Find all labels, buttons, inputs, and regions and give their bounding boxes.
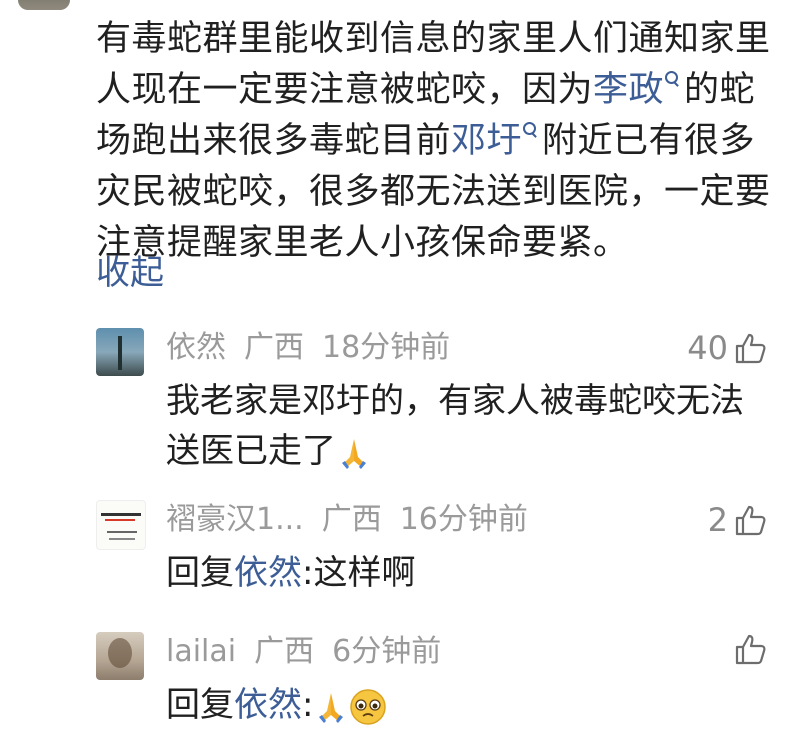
avatar[interactable] — [96, 632, 144, 680]
comment-time: 18分钟前 — [322, 330, 451, 365]
reply-text: : — [302, 685, 314, 725]
comment-item: lailai 广西 6分钟前 回复依然: — [96, 632, 776, 742]
like-count: 2 — [707, 501, 728, 539]
collapse-button[interactable]: 收起 — [96, 250, 164, 296]
thumbs-up-icon — [735, 333, 766, 364]
comment-username[interactable]: 依然 — [166, 330, 226, 365]
comment-username[interactable]: 褶豪汉1... — [166, 502, 304, 537]
avatar[interactable] — [18, 0, 70, 10]
comment-location: 广西 — [321, 502, 382, 537]
comment-location: 广西 — [244, 330, 304, 365]
comment-meta: 褶豪汉1... 广西 16分钟前 — [166, 500, 546, 540]
avatar[interactable] — [96, 500, 146, 550]
reply-prefix: 回复 — [166, 685, 234, 725]
comment-text: 我老家是邓圩的，有家人被毒蛇咬无法送医已走了 — [166, 376, 776, 476]
avatar[interactable] — [96, 328, 144, 376]
like-count: 40 — [687, 329, 728, 367]
reply-text: :这样啊 — [302, 553, 416, 593]
thumbs-up-icon — [735, 634, 766, 665]
thumbs-up-icon — [735, 505, 766, 536]
pleading-face-icon — [350, 688, 387, 725]
reply-to-username[interactable]: 依然 — [234, 553, 302, 593]
like-button[interactable]: 2 — [708, 500, 768, 540]
folded-hands-icon — [319, 692, 344, 723]
topic-link-label: 邓圩 — [451, 121, 523, 161]
comment-meta: lailai 广西 6分钟前 — [166, 632, 459, 672]
comment-text-content: 我老家是邓圩的，有家人被毒蛇咬无法送医已走了 — [166, 381, 744, 471]
post-text: 有毒蛇群里能收到信息的家里人们通知家里人现在一定要注意被蛇咬，因为李政 的蛇场跑出… — [96, 14, 776, 269]
comment-item: 依然 广西 18分钟前 40 我老家是邓圩的，有家人被毒蛇咬无法送医已走了 — [96, 328, 776, 478]
comment-username[interactable]: lailai — [166, 634, 236, 669]
comment-text: 回复依然: — [166, 680, 776, 730]
folded-hands-icon — [342, 438, 366, 469]
search-icon — [664, 65, 682, 87]
topic-link-label: 李政 — [593, 70, 665, 110]
search-icon — [522, 116, 540, 138]
like-button[interactable] — [728, 632, 768, 666]
comment-meta: 依然 广西 18分钟前 — [166, 328, 468, 368]
topic-link-lizheng[interactable]: 李政 — [593, 70, 684, 110]
comment-text: 回复依然:这样啊 — [166, 548, 776, 598]
comment-time: 16分钟前 — [399, 502, 528, 537]
comment-item: 褶豪汉1... 广西 16分钟前 2 回复依然:这样啊 — [96, 500, 776, 600]
comment-location: 广西 — [254, 634, 315, 669]
like-button[interactable]: 40 — [687, 328, 768, 368]
reply-to-username[interactable]: 依然 — [234, 685, 302, 725]
comment-time: 6分钟前 — [332, 634, 442, 669]
reply-prefix: 回复 — [166, 553, 234, 593]
topic-link-dengxu[interactable]: 邓圩 — [451, 121, 542, 161]
